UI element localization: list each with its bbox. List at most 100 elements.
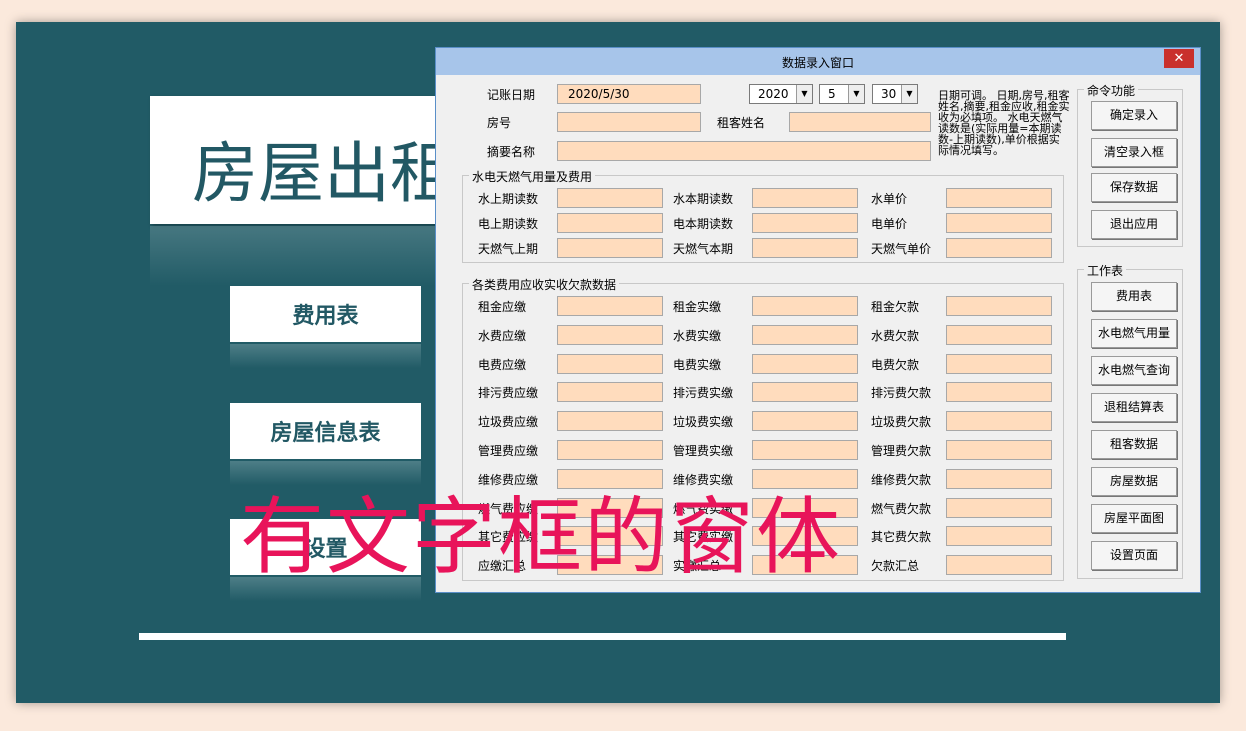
sheet-settings-button[interactable]: 设置页面 [1091,541,1177,570]
fee-label: 管理费实缴 [673,444,734,458]
sheet-utility-usage-button[interactable]: 水电燃气用量 [1091,319,1177,348]
utility-label: 电单价 [871,217,908,231]
fee-label: 垃圾费欠款 [871,415,932,430]
fee-label: 垃圾费应缴 [478,415,539,430]
utility-label: 电上期读数 [478,217,539,231]
date-field[interactable]: 2020/5/30 [557,84,701,104]
utility-field[interactable] [946,213,1052,233]
fee-label: 电费欠款 [871,357,920,372]
fee-label: 燃气费欠款 [871,501,932,516]
day-select[interactable]: 30 ▼ [872,84,918,104]
nav-fee-table-button[interactable]: 费用表 [230,286,421,342]
fee-field[interactable] [946,555,1052,576]
fee-field[interactable] [752,296,858,316]
fee-field[interactable] [557,296,663,316]
tenant-field[interactable] [789,112,931,132]
utility-field[interactable] [752,188,858,208]
summary-field[interactable] [557,141,931,161]
tenant-label: 租客姓名 [717,116,766,130]
nav-reflection [230,344,421,368]
utility-label: 天燃气本期 [673,242,734,256]
fee-label: 其它费欠款 [871,530,932,545]
utility-label: 天燃气上期 [478,242,539,256]
room-field[interactable] [557,112,701,132]
fee-field[interactable] [946,411,1052,432]
fees-frame-title: 各类费用应收实收欠款数据 [469,276,620,293]
utility-field[interactable] [946,188,1052,208]
summary-label: 摘要名称 [487,145,536,159]
chevron-down-icon[interactable]: ▼ [848,85,864,103]
utility-field[interactable] [557,238,663,258]
fee-label: 水费实缴 [673,328,722,343]
utility-label: 天燃气单价 [871,242,932,256]
fee-field[interactable] [946,497,1052,518]
day-value: 30 [881,87,897,101]
fee-label: 维修费欠款 [871,472,932,487]
title-reflection [150,226,450,286]
fee-field[interactable] [557,440,663,460]
fee-field[interactable] [752,411,858,432]
fee-label: 租金欠款 [871,300,920,314]
fee-field[interactable] [752,353,858,374]
fee-field[interactable] [557,382,663,403]
sheet-house-data-button[interactable]: 房屋数据 [1091,467,1177,496]
fee-field[interactable] [946,468,1052,489]
save-data-button[interactable]: 保存数据 [1091,173,1177,202]
fee-field[interactable] [946,440,1052,460]
clear-inputs-button[interactable]: 清空录入框 [1091,138,1177,167]
fee-field[interactable] [557,353,663,374]
overlay-caption: 有文字框的窗体 [240,488,843,586]
year-select[interactable]: 2020 ▼ [749,84,813,104]
fee-field[interactable] [946,296,1052,316]
dialog-titlebar[interactable]: 数据录入窗口 ✕ [436,48,1200,75]
fee-field[interactable] [946,353,1052,374]
nav-house-info-button[interactable]: 房屋信息表 [230,403,421,459]
utility-field[interactable] [557,188,663,208]
sheet-tenant-data-button[interactable]: 租客数据 [1091,430,1177,459]
fee-label: 电费实缴 [673,357,722,372]
fee-field[interactable] [946,324,1052,345]
utility-field[interactable] [946,238,1052,258]
date-label: 记账日期 [487,88,536,102]
sheet-floor-plan-button[interactable]: 房屋平面图 [1091,504,1177,533]
bottom-divider [139,633,1066,640]
fee-field[interactable] [557,324,663,345]
sheets-frame-title: 工作表 [1084,262,1127,279]
sheet-fee-table-button[interactable]: 费用表 [1091,282,1177,311]
chevron-down-icon[interactable]: ▼ [901,85,917,103]
fee-field[interactable] [752,440,858,460]
month-select[interactable]: 5 ▼ [819,84,865,104]
utility-label: 水单价 [871,192,908,206]
sheet-checkout-button[interactable]: 退租结算表 [1091,393,1177,422]
fee-label: 排污费欠款 [871,386,932,401]
fee-label: 租金应缴 [478,300,527,314]
utility-field[interactable] [557,213,663,233]
month-value: 5 [828,87,836,101]
utility-frame-title: 水电天燃气用量及费用 [469,168,596,185]
fee-label: 垃圾费实缴 [673,415,734,430]
fee-label: 排污费应缴 [478,386,539,401]
fee-field[interactable] [557,411,663,432]
fee-field[interactable] [946,382,1052,403]
fee-label: 水费欠款 [871,328,920,343]
utility-field[interactable] [752,238,858,258]
main-title: 房屋出租 [192,135,450,212]
room-label: 房号 [487,116,512,130]
utility-label: 水本期读数 [673,192,734,206]
main-title-card: 房屋出租 [150,96,450,224]
utility-field[interactable] [752,213,858,233]
dialog-title: 数据录入窗口 [781,56,854,70]
close-button[interactable]: ✕ [1164,49,1194,68]
instructions-note: 日期可调。 日期,房号,租客姓名,摘要,租金应收,租金实收为必填项。 水电天燃气… [938,89,1070,157]
fee-label: 欠款汇总 [871,559,920,574]
exit-app-button[interactable]: 退出应用 [1091,210,1177,239]
fee-field[interactable] [752,382,858,403]
fee-label: 管理费应缴 [478,444,539,458]
confirm-entry-button[interactable]: 确定录入 [1091,101,1177,130]
chevron-down-icon[interactable]: ▼ [796,85,812,103]
fee-label: 水费应缴 [478,328,527,343]
fee-field[interactable] [752,324,858,345]
fee-label: 管理费欠款 [871,444,932,458]
sheet-utility-query-button[interactable]: 水电燃气查询 [1091,356,1177,385]
fee-field[interactable] [946,526,1052,547]
